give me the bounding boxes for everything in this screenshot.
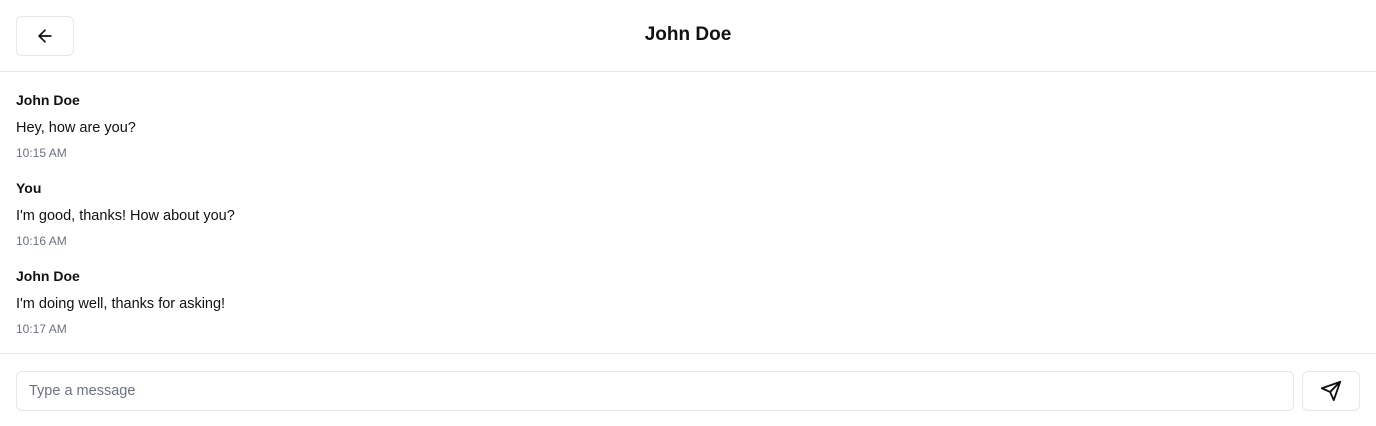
- message-text: I'm doing well, thanks for asking!: [16, 296, 226, 312]
- message-text: Hey, how are you?: [16, 120, 136, 136]
- message-item: John Doe Hey, how are you? 10:15 AM: [16, 89, 1360, 177]
- message-time: 10:15 AM: [16, 146, 67, 160]
- message-text: I'm good, thanks! How about you?: [16, 208, 235, 224]
- chat-header: John Doe: [0, 0, 1376, 72]
- message-sender: You: [16, 180, 42, 196]
- message-item: You I'm good, thanks! How about you? 10:…: [16, 177, 1360, 265]
- message-composer: [0, 353, 1376, 426]
- page-title: John Doe: [644, 24, 732, 45]
- message-time: 10:17 AM: [16, 322, 67, 336]
- send-button[interactable]: [1302, 371, 1360, 411]
- message-sender: John Doe: [16, 268, 80, 284]
- message-sender: John Doe: [16, 92, 80, 108]
- message-item: John Doe I'm doing well, thanks for aski…: [16, 265, 1360, 353]
- message-list: John Doe Hey, how are you? 10:15 AM You …: [0, 73, 1376, 353]
- chat-window: John Doe John Doe Hey, how are you? 10:1…: [0, 0, 1376, 426]
- send-icon: [1320, 380, 1342, 402]
- message-input[interactable]: [16, 371, 1294, 411]
- message-time: 10:16 AM: [16, 234, 67, 248]
